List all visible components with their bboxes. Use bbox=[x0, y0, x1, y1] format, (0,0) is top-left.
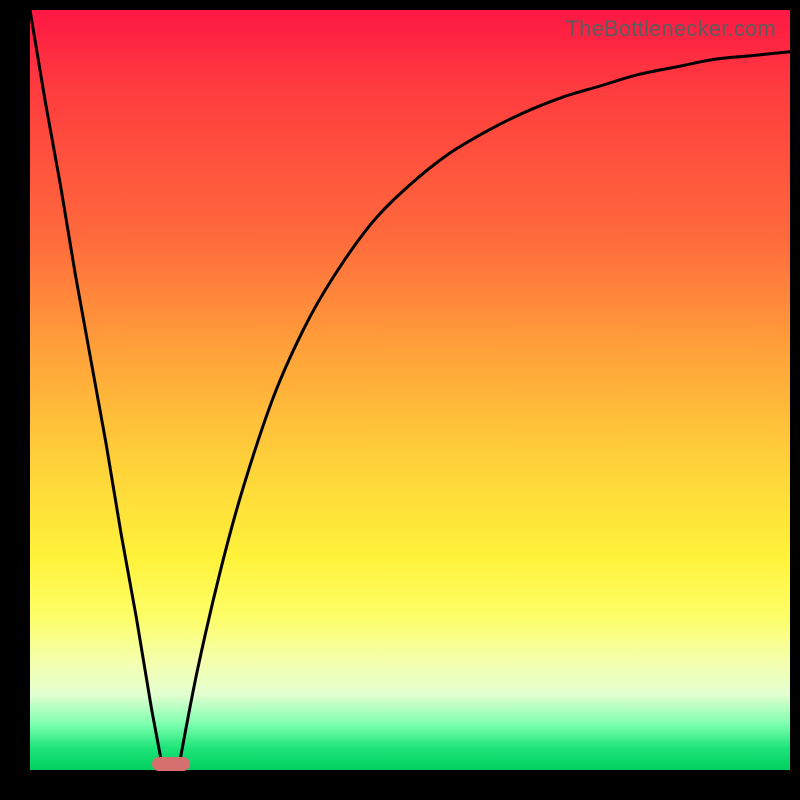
curve-left-branch bbox=[30, 10, 163, 770]
curve-right-branch bbox=[178, 52, 790, 770]
curves-svg bbox=[30, 10, 790, 770]
plot-area: TheBottlenecker.com bbox=[30, 10, 790, 770]
chart-frame: TheBottlenecker.com bbox=[0, 0, 800, 800]
bottleneck-marker bbox=[152, 757, 190, 771]
